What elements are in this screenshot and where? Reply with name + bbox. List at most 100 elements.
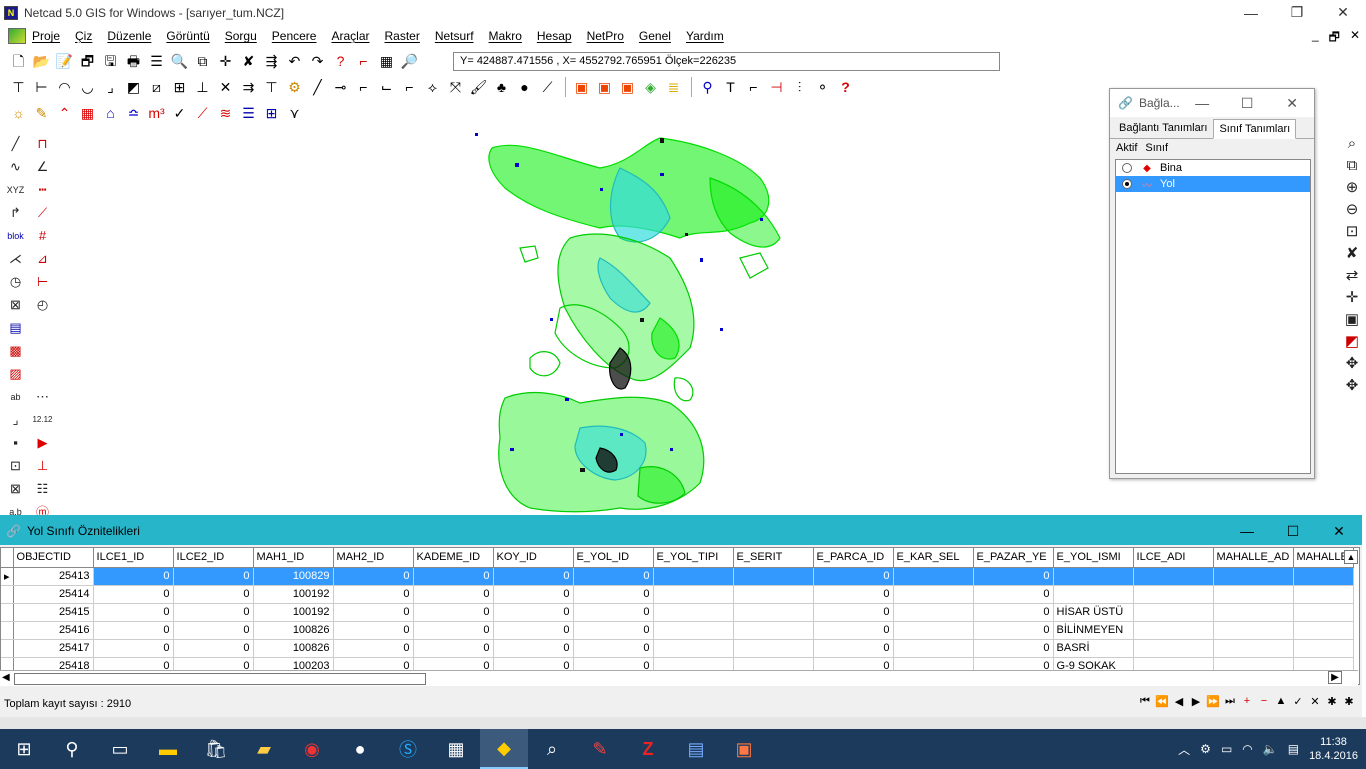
split-tool-icon[interactable]: ⤧ bbox=[445, 77, 466, 98]
table-cell[interactable]: 0 bbox=[173, 639, 254, 658]
table-cell[interactable]: 0 bbox=[93, 567, 174, 586]
paint-icon[interactable]: ✎ bbox=[576, 729, 624, 769]
close-button[interactable]: ✕ bbox=[1320, 0, 1366, 25]
table-cell[interactable]: 100826 bbox=[253, 621, 334, 640]
point-settings-icon[interactable]: ☼ bbox=[8, 103, 29, 124]
panel-titlebar[interactable]: 🔗 Bağla... — ☐ ✕ bbox=[1110, 89, 1314, 117]
table-cell[interactable]: 0 bbox=[573, 621, 654, 640]
table-cell[interactable] bbox=[893, 639, 974, 658]
diagonal-dim-icon[interactable]: ⟋ bbox=[29, 201, 56, 224]
column-header[interactable]: E_PARCA_ID bbox=[813, 548, 894, 568]
hash-icon[interactable]: # bbox=[29, 224, 56, 247]
print-icon[interactable]: 🖶 bbox=[123, 51, 144, 72]
more-button[interactable]: ✱ bbox=[1342, 695, 1356, 708]
vertex-tool-icon[interactable]: ⟡ bbox=[422, 77, 443, 98]
prof-icon[interactable]: ≏ bbox=[123, 103, 144, 124]
menu-yardim[interactable]: Yardım bbox=[686, 29, 724, 43]
search-icon[interactable]: ⚲ bbox=[48, 729, 96, 769]
layer3-icon[interactable]: ▣ bbox=[617, 77, 638, 98]
table-cell[interactable]: 25416 bbox=[13, 621, 94, 640]
table-cell[interactable] bbox=[733, 621, 814, 640]
cross-tool-icon[interactable]: ✕ bbox=[215, 77, 236, 98]
scroll-right-button[interactable]: ▶ bbox=[1328, 671, 1342, 684]
tree-tool-icon[interactable]: ♣ bbox=[491, 77, 512, 98]
menu-netpro[interactable]: NetPro bbox=[587, 29, 624, 43]
navigator-icon[interactable]: ◩ bbox=[1345, 330, 1359, 352]
table-cell[interactable]: 0 bbox=[333, 621, 414, 640]
table-cell[interactable] bbox=[653, 585, 734, 604]
table-cell[interactable] bbox=[1293, 585, 1354, 604]
angle-icon[interactable]: ∠ bbox=[29, 155, 56, 178]
column-header[interactable]: MAHALLE_AD bbox=[1213, 548, 1294, 568]
table-cell[interactable]: 0 bbox=[813, 621, 894, 640]
horizontal-scrollbar[interactable]: ◀ ▶ bbox=[0, 670, 1358, 686]
table-cell[interactable]: 0 bbox=[333, 585, 414, 604]
table-cell[interactable]: 25417 bbox=[13, 639, 94, 658]
zoom-in-icon[interactable]: ⊕ bbox=[1346, 176, 1359, 198]
distribute-icon[interactable]: ⫶ bbox=[789, 77, 810, 98]
zoom-previous-icon[interactable]: ⧉ bbox=[1347, 154, 1358, 176]
next-page-button[interactable]: ⏩ bbox=[1206, 695, 1220, 708]
table-cell[interactable] bbox=[653, 639, 734, 658]
cross-box-icon[interactable]: ⊠ bbox=[2, 293, 29, 316]
hatch-icon[interactable]: ≋ bbox=[215, 103, 236, 124]
attribute-titlebar[interactable]: 🔗 Yol Sınıfı Öznitelikleri — ☐ ✕ bbox=[0, 517, 1362, 545]
open-folder-icon[interactable]: 📂 bbox=[31, 51, 52, 72]
first-record-button[interactable]: ⏮ bbox=[1138, 695, 1152, 708]
clock[interactable]: 11:38 18.4.2016 bbox=[1309, 735, 1358, 763]
network-icon[interactable]: ⚙ bbox=[1200, 742, 1211, 756]
line-tool-icon[interactable]: ⊤ bbox=[8, 77, 29, 98]
measure-icon[interactable]: ⊣ bbox=[766, 77, 787, 98]
polyline-draw-icon[interactable]: ∿ bbox=[2, 155, 29, 178]
menu-makro[interactable]: Makro bbox=[489, 29, 522, 43]
pick-point-icon[interactable]: ↱ bbox=[2, 201, 29, 224]
table-cell[interactable]: BASRİ bbox=[1053, 639, 1134, 658]
column-header[interactable]: ILCE1_ID bbox=[93, 548, 174, 568]
slope-icon[interactable]: ⟋ bbox=[192, 103, 213, 124]
table-cell[interactable] bbox=[733, 567, 814, 586]
object-icon[interactable]: ⚲ bbox=[697, 77, 718, 98]
building-icon[interactable]: ⌂ bbox=[100, 103, 121, 124]
scroll-up-button[interactable]: ▲ bbox=[1344, 550, 1358, 564]
column-header[interactable]: MAH1_ID bbox=[253, 548, 334, 568]
table-row[interactable]: 25414 0 0 100192 0 0 0 0 0 0 bbox=[1, 585, 1354, 604]
table-cell[interactable] bbox=[1213, 585, 1294, 604]
number-label-icon[interactable]: 12.12 bbox=[29, 408, 56, 431]
filezilla-icon[interactable]: Z bbox=[624, 729, 672, 769]
folder-icon[interactable]: ▰ bbox=[240, 729, 288, 769]
tab-sinif-tanimlari[interactable]: Sınıf Tanımları bbox=[1213, 119, 1297, 139]
table-cell[interactable]: 0 bbox=[973, 603, 1054, 622]
column-header[interactable]: E_KAR_SEL bbox=[893, 548, 974, 568]
profile-icon[interactable]: ⌃ bbox=[54, 103, 75, 124]
table-cell[interactable]: 0 bbox=[493, 585, 574, 604]
table-cell[interactable]: 0 bbox=[173, 603, 254, 622]
edit-icon[interactable]: 📝 bbox=[54, 51, 75, 72]
extend-tool-icon[interactable]: ⊥ bbox=[192, 77, 213, 98]
table-cell[interactable] bbox=[1293, 639, 1354, 658]
table-cell[interactable] bbox=[1133, 603, 1214, 622]
zoom-icon[interactable]: 🔍 bbox=[169, 51, 190, 72]
menu-pencere[interactable]: Pencere bbox=[272, 29, 317, 43]
column-header[interactable]: E_YOL_TIPI bbox=[653, 548, 734, 568]
menu-ciz[interactable]: Çiz bbox=[75, 29, 92, 43]
table-cell[interactable] bbox=[893, 621, 974, 640]
class-row-bina[interactable]: ◆ Bina bbox=[1116, 160, 1310, 176]
row-indicator[interactable] bbox=[1, 603, 14, 622]
restore-button[interactable]: ❐ bbox=[1274, 0, 1320, 25]
arc-tool-icon[interactable]: ◠ bbox=[54, 77, 75, 98]
xyz-point-icon[interactable]: XYZ bbox=[2, 178, 29, 201]
table-cell[interactable]: 0 bbox=[413, 639, 494, 658]
minimize-button[interactable]: — bbox=[1228, 0, 1274, 25]
help-icon[interactable]: ? bbox=[835, 77, 856, 98]
browser-icon[interactable]: ● bbox=[336, 729, 384, 769]
red-arrow-icon[interactable]: ▶ bbox=[29, 431, 56, 454]
table-cell[interactable] bbox=[893, 585, 974, 604]
grid-icon[interactable]: ▦ bbox=[77, 103, 98, 124]
hatch-fill-icon[interactable]: ▨ bbox=[2, 362, 29, 385]
zoom-out-icon[interactable]: ⊖ bbox=[1346, 198, 1359, 220]
table-cell[interactable] bbox=[1213, 621, 1294, 640]
parallel-line-icon[interactable]: ⊓ bbox=[29, 132, 56, 155]
table-cell[interactable]: 0 bbox=[573, 639, 654, 658]
redo-icon[interactable]: ↷ bbox=[307, 51, 328, 72]
height-mark-icon[interactable]: ⊥ bbox=[29, 454, 56, 477]
